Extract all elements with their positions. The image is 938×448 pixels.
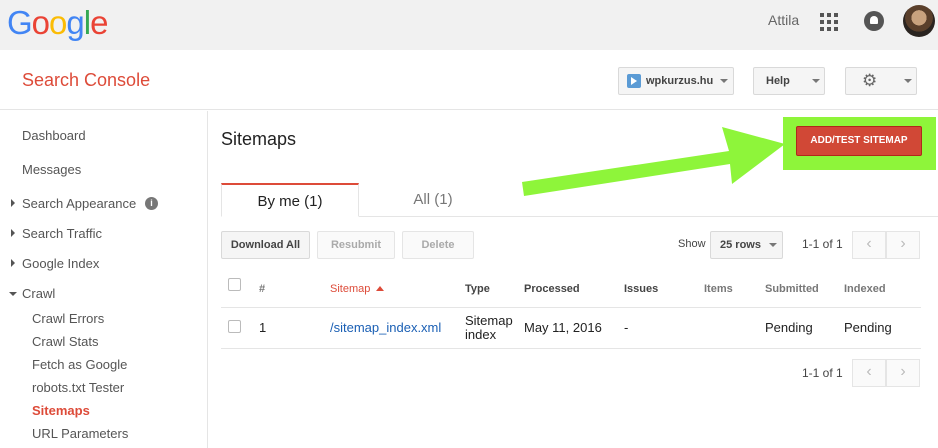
sidebar-item-crawl-errors[interactable]: Crawl Errors xyxy=(32,311,104,326)
site-selector[interactable]: wpkurzus.hu xyxy=(618,67,734,95)
sidebar-item-crawl[interactable]: Crawl xyxy=(22,286,55,301)
google-logo-letter: e xyxy=(90,4,108,41)
help-label: Help xyxy=(766,75,790,87)
resubmit-button[interactable]: Resubmit xyxy=(317,231,395,259)
submitted-value: Pending xyxy=(765,320,813,335)
sidebar-item-robots-tester[interactable]: robots.txt Tester xyxy=(32,380,124,395)
google-bar: Google Attila xyxy=(0,0,938,50)
sitemap-link[interactable]: /sitemap_index.xml xyxy=(330,320,441,335)
tab-by-me[interactable]: By me (1) xyxy=(221,183,359,217)
sidebar-item-google-index[interactable]: Google Index xyxy=(22,256,99,271)
sitemap-type-line2: index xyxy=(465,327,497,342)
prev-page-button-bottom[interactable]: ‹ xyxy=(852,359,886,387)
pagination-info: 1-1 of 1 xyxy=(802,237,843,251)
google-logo-letter: o xyxy=(49,4,67,41)
column-header-indexed[interactable]: Indexed xyxy=(844,283,886,295)
sidebar: Dashboard Messages Search Appearance i S… xyxy=(0,111,208,448)
table-divider xyxy=(221,307,921,308)
site-favicon-icon xyxy=(627,74,641,88)
collapse-arrow-icon[interactable] xyxy=(9,292,17,296)
column-header-type[interactable]: Type xyxy=(465,283,490,295)
google-logo-letter: o xyxy=(31,4,50,41)
next-page-button[interactable]: › xyxy=(886,231,920,259)
tab-all[interactable]: All (1) xyxy=(380,191,486,208)
next-page-button-bottom[interactable]: › xyxy=(886,359,920,387)
gear-icon: ⚙ xyxy=(862,71,878,90)
column-header-issues[interactable]: Issues xyxy=(624,283,658,295)
console-header: Search Console wpkurzus.hu Help ⚙ xyxy=(0,50,938,110)
annotation-arrow-icon xyxy=(522,127,785,196)
google-logo-letter: G xyxy=(7,4,33,41)
page-title: Sitemaps xyxy=(221,129,297,149)
chevron-down-icon xyxy=(812,79,820,83)
sidebar-item-messages[interactable]: Messages xyxy=(22,162,81,177)
column-header-processed[interactable]: Processed xyxy=(524,283,580,295)
rows-per-page-value: 25 rows xyxy=(720,239,761,251)
expand-arrow-icon[interactable] xyxy=(11,229,15,237)
user-name[interactable]: Attila xyxy=(768,12,799,28)
help-button[interactable]: Help xyxy=(753,67,825,95)
sidebar-item-search-appearance[interactable]: Search Appearance xyxy=(22,196,136,211)
add-test-sitemap-button[interactable]: ADD/TEST SITEMAP xyxy=(796,126,922,156)
chevron-down-icon xyxy=(904,79,912,83)
highlight-box: ADD/TEST SITEMAP xyxy=(783,117,936,170)
notifications-bell-icon[interactable] xyxy=(864,11,884,31)
sidebar-item-crawl-stats[interactable]: Crawl Stats xyxy=(32,334,98,349)
expand-arrow-icon[interactable] xyxy=(11,259,15,267)
download-all-button[interactable]: Download All xyxy=(221,231,310,259)
google-logo[interactable]: Google xyxy=(7,4,108,42)
pagination-info-bottom: 1-1 of 1 xyxy=(802,366,843,380)
sitemap-type-line1: Sitemap xyxy=(465,313,513,328)
product-title[interactable]: Search Console xyxy=(22,70,150,91)
avatar[interactable] xyxy=(903,5,935,37)
select-all-checkbox[interactable] xyxy=(228,278,241,291)
column-header-num: # xyxy=(259,283,266,295)
chevron-down-icon xyxy=(720,79,728,83)
column-header-sitemap-label: Sitemap xyxy=(330,283,371,295)
chevron-down-icon xyxy=(769,243,777,247)
show-label: Show xyxy=(678,238,706,250)
prev-page-button[interactable]: ‹ xyxy=(852,231,886,259)
row-number: 1 xyxy=(259,320,267,335)
sort-ascending-icon xyxy=(376,286,385,291)
delete-button[interactable]: Delete xyxy=(402,231,474,259)
settings-button[interactable]: ⚙ xyxy=(845,67,917,95)
processed-date: May 11, 2016 xyxy=(524,320,602,335)
sidebar-item-search-traffic[interactable]: Search Traffic xyxy=(22,226,102,241)
sidebar-item-sitemaps[interactable]: Sitemaps xyxy=(32,403,90,418)
expand-arrow-icon[interactable] xyxy=(11,199,15,207)
sitemap-type: Sitemap index xyxy=(465,314,513,342)
table-divider xyxy=(221,348,921,349)
site-selector-label: wpkurzus.hu xyxy=(646,75,714,87)
column-header-sitemap[interactable]: Sitemap xyxy=(330,283,385,295)
rows-per-page-select[interactable]: 25 rows xyxy=(710,231,783,259)
row-checkbox[interactable] xyxy=(228,320,241,333)
sidebar-item-fetch-as-google[interactable]: Fetch as Google xyxy=(32,357,127,372)
column-header-items[interactable]: Items xyxy=(704,283,733,295)
sidebar-item-url-parameters[interactable]: URL Parameters xyxy=(32,426,128,441)
column-header-submitted[interactable]: Submitted xyxy=(765,283,819,295)
issues-value: - xyxy=(624,320,629,335)
apps-grid-icon[interactable] xyxy=(820,13,838,31)
indexed-value: Pending xyxy=(844,320,892,335)
info-icon[interactable]: i xyxy=(145,197,158,210)
tab-by-me-label: By me (1) xyxy=(257,193,323,210)
sidebar-item-dashboard[interactable]: Dashboard xyxy=(22,128,86,143)
google-logo-letter: g xyxy=(66,4,84,41)
